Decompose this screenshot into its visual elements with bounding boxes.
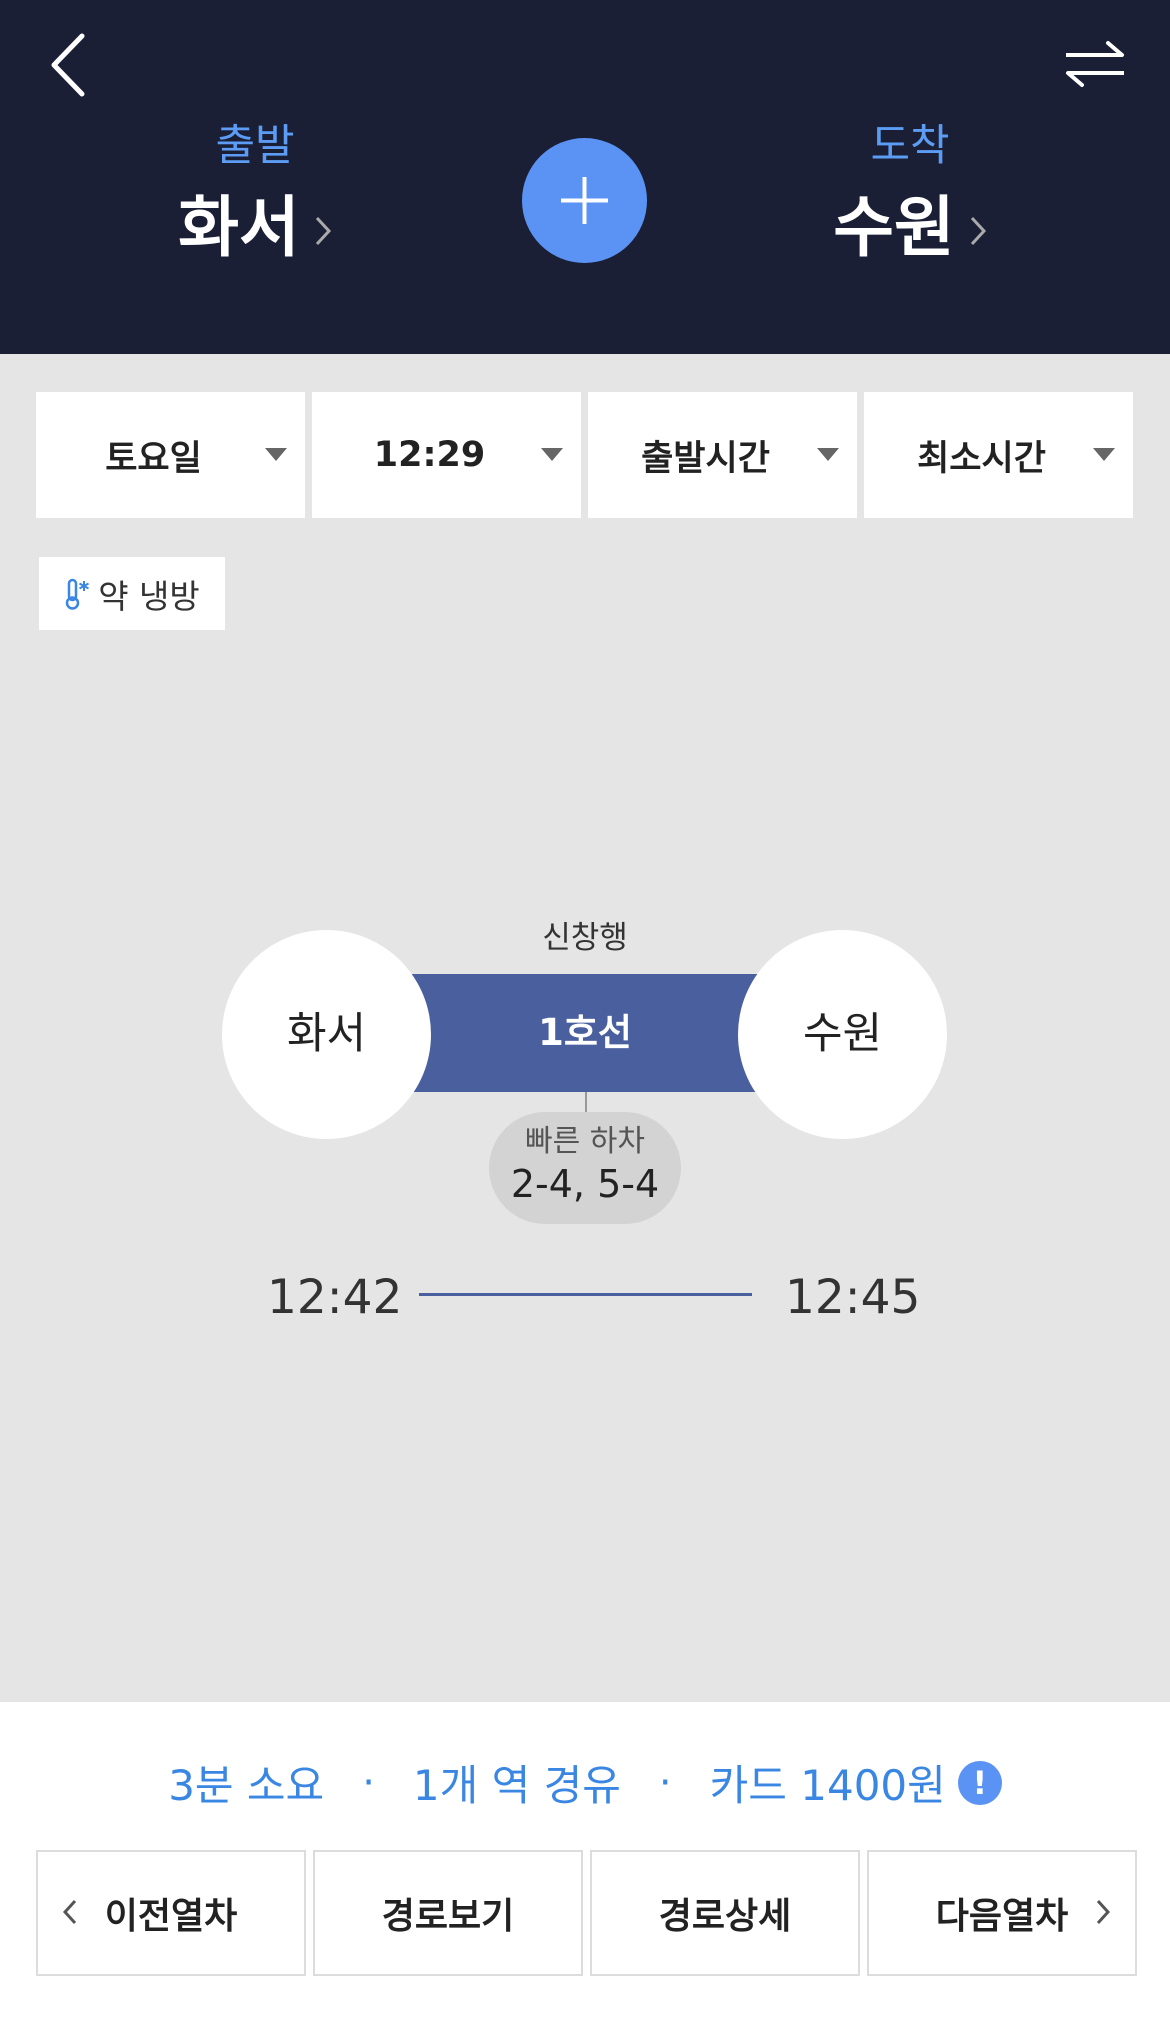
destination-station-name: 수원 — [833, 189, 955, 266]
from-station-circle: 화서 — [222, 930, 431, 1139]
caret-down-icon — [541, 448, 563, 461]
next-train-button[interactable]: 다음열차 — [867, 1850, 1137, 1976]
caret-down-icon — [817, 448, 839, 461]
fast-exit-bubble: 빠른 하차 2-4, 5-4 — [489, 1112, 681, 1224]
caret-down-icon — [1093, 448, 1115, 461]
destination-station-selector[interactable]: 도착 수원 — [740, 120, 1080, 266]
time-type-dropdown-label: 출발시간 — [641, 438, 770, 479]
time-dropdown[interactable]: 12:29 — [312, 392, 581, 518]
action-bar: 이전열차 경로보기 경로상세 다음열차 — [36, 1850, 1137, 1976]
chevron-right-icon — [315, 216, 331, 246]
header: 출발 화서 도착 수원 — [0, 0, 1170, 354]
ac-status-label: 약 냉방 — [98, 576, 200, 616]
plus-icon — [561, 177, 608, 224]
origin-station-selector[interactable]: 출발 화서 — [85, 120, 425, 266]
day-dropdown-label: 토요일 — [105, 438, 202, 479]
swap-icon — [1066, 41, 1124, 87]
time-type-dropdown[interactable]: 출발시간 — [588, 392, 857, 518]
view-route-label: 경로보기 — [381, 1896, 515, 1937]
bottom-panel: 3분 소요 · 1개 역 경유 · 카드 1400원 ! 이전열차 경로보기 경… — [0, 1702, 1170, 2021]
destination-caption: 도착 — [870, 121, 950, 171]
separator-dot: · — [658, 1759, 672, 1806]
duration-text: 3분 소요 — [168, 1761, 325, 1810]
info-icon[interactable]: ! — [957, 1760, 1002, 1805]
fast-exit-connector — [585, 1092, 587, 1114]
ac-status-badge: 약 냉방 — [39, 557, 225, 630]
route-detail-label: 경로상세 — [658, 1896, 792, 1937]
day-dropdown[interactable]: 토요일 — [36, 392, 305, 518]
chevron-right-icon — [1096, 1899, 1111, 1925]
previous-train-button[interactable]: 이전열차 — [36, 1850, 306, 1976]
time-dropdown-label: 12:29 — [373, 435, 486, 475]
origin-station-name: 화서 — [178, 189, 300, 266]
chevron-left-icon — [62, 1899, 77, 1925]
thermometer-snow-icon — [65, 578, 90, 610]
view-route-button[interactable]: 경로보기 — [313, 1850, 583, 1976]
train-direction: 신창행 — [542, 920, 628, 956]
swap-stations-button[interactable] — [1060, 35, 1130, 95]
sort-dropdown-label: 최소시간 — [917, 438, 1046, 479]
to-station-circle: 수원 — [738, 930, 947, 1139]
line-name: 1호선 — [538, 1011, 632, 1054]
next-train-label: 다음열차 — [935, 1896, 1069, 1937]
chevron-right-icon — [970, 216, 986, 246]
back-button[interactable] — [40, 30, 100, 100]
trip-summary: 3분 소요 · 1개 역 경유 · 카드 1400원 ! — [0, 1752, 1170, 1813]
stops-text: 1개 역 경유 — [412, 1761, 621, 1810]
fast-exit-doors: 2-4, 5-4 — [510, 1162, 660, 1206]
route-diagram: 신창행 1호선 화서 수원 빠른 하차 2-4, 5-4 12:42 12:45 — [0, 900, 1170, 1350]
fast-exit-title: 빠른 하차 — [525, 1124, 645, 1159]
route-detail-button[interactable]: 경로상세 — [590, 1850, 860, 1976]
back-icon — [51, 33, 85, 97]
separator-dot: · — [362, 1759, 375, 1806]
origin-caption: 출발 — [215, 121, 295, 171]
caret-down-icon — [265, 448, 287, 461]
departure-time: 12:42 — [267, 1270, 403, 1325]
time-connector-line — [419, 1293, 752, 1296]
filter-bar: 토요일 12:29 출발시간 최소시간 — [36, 392, 1133, 518]
arrival-time: 12:45 — [785, 1270, 921, 1325]
previous-train-label: 이전열차 — [104, 1896, 238, 1937]
fare-text: 카드 1400원 — [709, 1761, 946, 1810]
add-waypoint-button[interactable] — [522, 138, 647, 263]
sort-dropdown[interactable]: 최소시간 — [864, 392, 1133, 518]
